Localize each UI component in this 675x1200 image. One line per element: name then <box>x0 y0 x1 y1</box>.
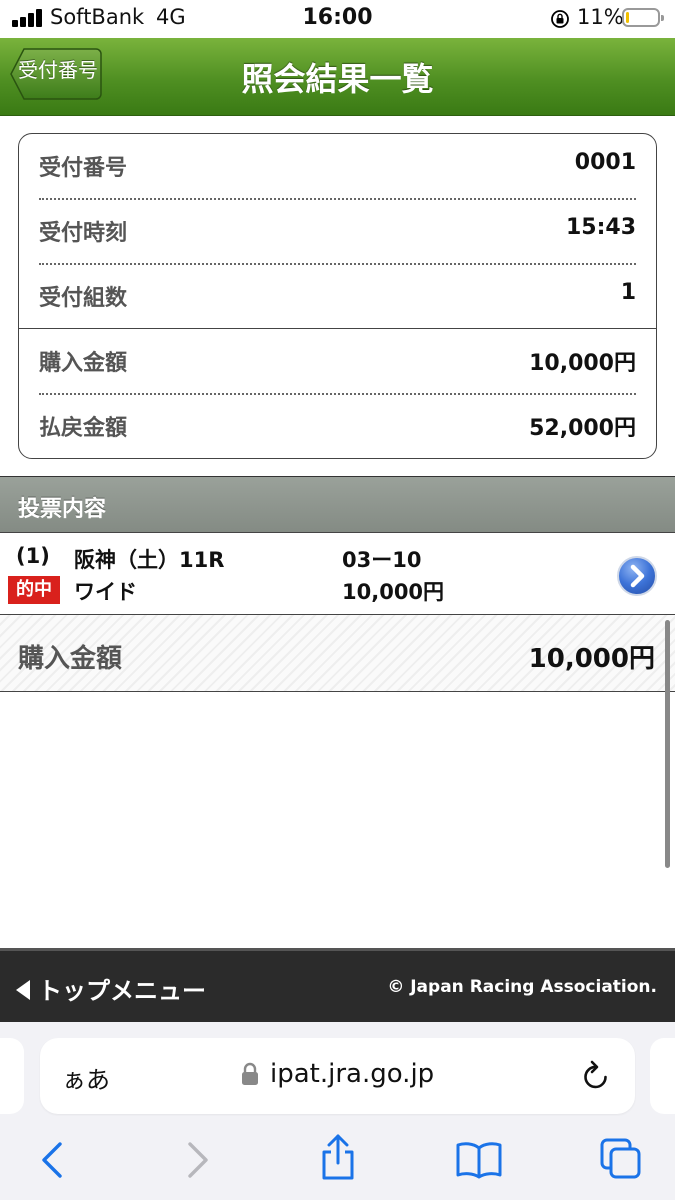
total-purchase-row: 購入金額 10,000円 <box>0 615 675 692</box>
section-title: 投票内容 <box>18 497 107 522</box>
reload-icon[interactable] <box>581 1059 611 1091</box>
payout-amount-value: 52,000円 <box>529 416 636 441</box>
horse-combination: 03ー10 <box>342 548 422 572</box>
forward-nav-icon[interactable] <box>184 1138 212 1182</box>
total-purchase-label: 購入金額 <box>18 644 123 674</box>
purchase-amount-label: 購入金額 <box>39 351 128 376</box>
back-nav-icon[interactable] <box>38 1138 66 1182</box>
address-bar[interactable]: ぁあ ipat.jra.go.jp <box>40 1038 635 1114</box>
battery-percentage: 11% <box>577 5 624 29</box>
bet-amount: 10,000円 <box>342 580 445 604</box>
bet-count-row: 受付組数 1 <box>39 264 636 328</box>
orientation-lock-icon <box>551 10 569 28</box>
top-menu-link[interactable]: トップメニュー <box>16 971 206 1005</box>
battery-icon <box>622 8 664 27</box>
race-name: 阪神（土）11R <box>74 548 225 572</box>
receipt-time-label: 受付時刻 <box>39 221 128 246</box>
hit-badge: 的中 <box>8 576 60 604</box>
status-bar: SoftBank 4G 16:00 11% <box>0 0 675 38</box>
page-header: 受付番号 照会結果一覧 <box>0 38 675 116</box>
footer-bar: トップメニュー © Japan Racing Association. <box>0 948 675 1022</box>
left-triangle-icon <box>16 980 30 1000</box>
payout-amount-label: 払戻金額 <box>39 416 128 441</box>
receipt-number-value: 0001 <box>574 150 636 175</box>
chevron-right-icon[interactable] <box>616 555 658 597</box>
total-purchase-value: 10,000円 <box>528 644 655 674</box>
purchase-amount-row: 購入金額 10,000円 <box>39 329 636 393</box>
top-menu-label: トップメニュー <box>38 977 206 1005</box>
bet-index: (1) <box>16 544 50 568</box>
bet-details-section-header: 投票内容 <box>0 476 675 533</box>
url-domain: ipat.jra.go.jp <box>270 1059 435 1089</box>
purchase-amount-value: 10,000円 <box>529 351 636 376</box>
copyright-text: © Japan Racing Association. <box>387 977 657 997</box>
bookmarks-icon[interactable] <box>455 1140 503 1180</box>
bet-count-label: 受付組数 <box>39 286 128 311</box>
browser-toolbar: ぁあ ipat.jra.go.jp <box>0 1022 675 1200</box>
payout-amount-row: 払戻金額 52,000円 <box>39 394 636 458</box>
clock: 16:00 <box>302 5 373 30</box>
bet-list-item[interactable]: (1) 阪神（土）11R 03ー10 的中 ワイド 10,000円 <box>0 533 675 615</box>
share-icon[interactable] <box>318 1132 358 1182</box>
receipt-number-row: 受付番号 0001 <box>39 134 636 198</box>
receipt-time-value: 15:43 <box>565 215 636 240</box>
text-size-button[interactable]: ぁあ <box>62 1060 110 1095</box>
bet-type: ワイド <box>74 580 137 604</box>
receipt-time-row: 受付時刻 15:43 <box>39 199 636 263</box>
tabs-icon[interactable] <box>599 1137 643 1181</box>
next-tab-preview[interactable] <box>650 1038 675 1114</box>
page-title: 照会結果一覧 <box>241 60 434 98</box>
bet-count-value: 1 <box>620 280 636 305</box>
receipt-number-label: 受付番号 <box>39 156 128 181</box>
lock-icon <box>242 1062 258 1085</box>
receipt-summary-card: 受付番号 0001 受付時刻 15:43 受付組数 1 購入金額 10,000円… <box>18 133 657 459</box>
previous-tab-preview[interactable] <box>0 1038 24 1114</box>
scrollbar[interactable] <box>665 620 670 868</box>
